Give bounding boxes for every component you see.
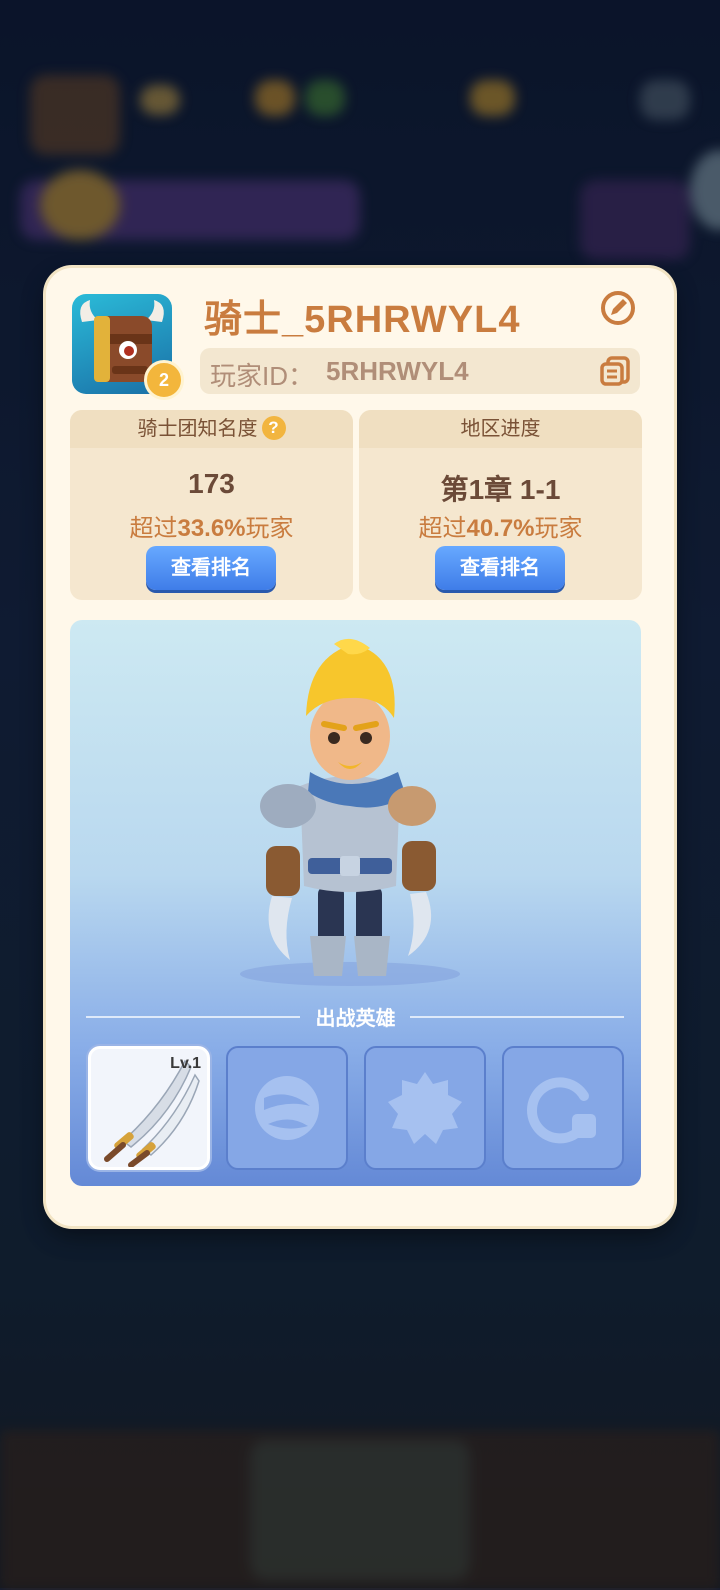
player-profile-panel: 2 骑士_5RHRWYL4 玩家ID： 5RHRWYL4 骑士团知名度? 173…: [46, 268, 674, 1226]
knight-hero-model[interactable]: [230, 636, 470, 986]
region-rank-desc: 超过40.7%玩家: [359, 508, 642, 543]
desc-suffix: 玩家: [245, 515, 294, 542]
copy-id-button[interactable]: [598, 354, 632, 388]
desc-suffix: 玩家: [534, 515, 583, 542]
avatar[interactable]: 2: [72, 294, 184, 400]
desc-prefix: 超过: [129, 515, 178, 542]
orb-icon: [255, 1076, 319, 1140]
player-id-bar: 玩家ID： 5RHRWYL4: [200, 348, 640, 394]
fame-card: 骑士团知名度? 173 超过33.6%玩家 查看排名: [70, 410, 353, 600]
fame-value: 173: [188, 468, 235, 499]
hero-slot-2[interactable]: [226, 1046, 348, 1170]
active-heroes-title: 出战英雄: [315, 1008, 396, 1030]
desc-percent: 33.6%: [177, 515, 246, 542]
view-fame-ranking-button[interactable]: 查看排名: [146, 546, 276, 590]
gear-burst-icon: [388, 1072, 462, 1144]
desc-prefix: 超过: [418, 515, 467, 542]
fame-title: 骑士团知名度: [137, 418, 258, 440]
hero-slot-3[interactable]: [364, 1046, 486, 1170]
player-id-value: 5RHRWYL4: [326, 356, 469, 386]
ring-icon: [527, 1077, 596, 1144]
hero-level: Lv.1: [170, 1055, 201, 1072]
edit-name-button[interactable]: [598, 288, 638, 328]
region-progress-card: 地区进度 第1章 1-1 超过40.7%玩家 查看排名: [359, 410, 642, 600]
hero-slot-4[interactable]: [502, 1046, 624, 1170]
fame-rank-desc: 超过33.6%玩家: [70, 508, 353, 543]
region-progress-value: 第1章 1-1: [440, 474, 561, 505]
pencil-icon: [601, 291, 635, 325]
region-card-header: 地区进度: [359, 410, 642, 448]
copy-icon: [600, 356, 630, 386]
view-region-ranking-button[interactable]: 查看排名: [435, 546, 565, 590]
hero-showcase: 出战英雄 Lv.1: [70, 620, 641, 1186]
help-icon[interactable]: ?: [261, 415, 286, 440]
player-id-label: 玩家ID：: [210, 361, 315, 391]
username: 骑士_5RHRWYL4: [204, 299, 521, 341]
desc-percent: 40.7%: [466, 515, 535, 542]
level-badge: 2: [144, 360, 184, 400]
fame-card-header: 骑士团知名度?: [70, 410, 353, 448]
hero-slot-1[interactable]: Lv.1: [88, 1046, 210, 1170]
